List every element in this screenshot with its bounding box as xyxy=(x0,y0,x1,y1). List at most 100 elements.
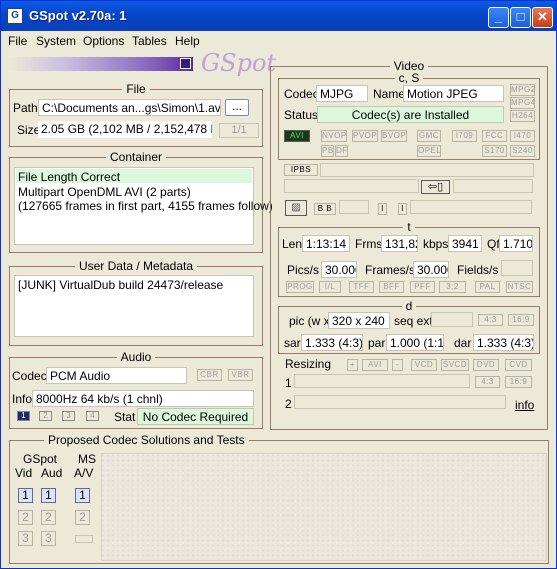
i-frame-1: I xyxy=(378,203,387,215)
browse-button[interactable]: ... xyxy=(225,99,249,116)
par-field: 1.000 (1:1) xyxy=(386,334,444,351)
size-label: Size xyxy=(17,123,41,137)
seq-ext-label: seq ext xyxy=(394,314,433,328)
ms-av-2[interactable]: 2 xyxy=(75,510,90,525)
container-line: (127665 frames in first part, 4155 frame… xyxy=(18,199,273,213)
gspot-col-label: GSpot xyxy=(23,452,58,466)
frms-field: 131,82( xyxy=(381,235,418,252)
size-field: 2.05 GB (2,102 MB / 2,152,478 KB xyxy=(38,121,212,138)
audio-group-title: Audio xyxy=(116,350,156,364)
logo-box xyxy=(180,58,191,69)
audio-stat-field: No Codec Required xyxy=(137,408,254,425)
resize-avi-button[interactable]: AVI xyxy=(362,359,388,371)
video-codec-label: Codec xyxy=(284,87,319,101)
fields-label: Fields/s xyxy=(457,263,499,277)
i470-flag: I470 xyxy=(510,130,535,142)
audio-stream-1[interactable]: 1 xyxy=(17,411,30,421)
dar-label: dar xyxy=(454,336,472,350)
cbr-button[interactable]: CBR xyxy=(197,369,222,381)
resize-plus-button[interactable]: + xyxy=(347,359,358,371)
video-name-field: Motion JPEG xyxy=(403,85,504,102)
pics-label: Pics/s xyxy=(287,263,320,277)
bvop-flag: BVOP xyxy=(381,130,407,142)
gspot-logo: GSpot xyxy=(201,49,277,77)
gspot-vid-2[interactable]: 2 xyxy=(18,510,33,525)
qf-label: Qf xyxy=(487,237,500,251)
resize-minus-button[interactable]: - xyxy=(392,359,403,371)
part-indicator: 1/1 xyxy=(219,123,259,138)
gspot-aud-2[interactable]: 2 xyxy=(41,510,56,525)
mpg4-flag: MPG4 xyxy=(510,97,536,109)
resize-ratio-16-9: 16:9 xyxy=(505,376,532,388)
t-label: t xyxy=(403,220,415,234)
gspot-vid-1[interactable]: 1 xyxy=(18,488,33,503)
menu-file[interactable]: File xyxy=(8,34,27,48)
ms-label: MS xyxy=(78,452,96,466)
gspot-window: G GSpot v2.70a: 1 _ □ ✕ File System Opti… xyxy=(0,0,557,569)
h264-flag: H264 xyxy=(510,110,535,122)
frame-track-right xyxy=(453,179,533,193)
video-name-label: Name xyxy=(373,87,406,101)
path-label: Path xyxy=(13,101,38,115)
info-link[interactable]: info xyxy=(515,398,534,412)
picture-icon[interactable]: ▨ xyxy=(285,200,307,216)
il-flag: I/L xyxy=(319,281,341,293)
close-button[interactable]: ✕ xyxy=(532,7,553,28)
audio-stream-2[interactable]: 2 xyxy=(39,411,52,421)
cvd-button[interactable]: CVD xyxy=(505,359,532,371)
resize-ratio-4-3: 4:3 xyxy=(475,376,500,388)
s170-flag: S170 xyxy=(482,145,507,157)
container-line: Multipart OpenDML AVI (2 parts) xyxy=(18,185,191,199)
video-codec-field: MJPG xyxy=(316,85,368,102)
gspot-vid-3[interactable]: 3 xyxy=(18,531,33,546)
pic-field: 320 x 240 xyxy=(328,312,390,329)
menu-system[interactable]: System xyxy=(36,34,76,48)
df-flag: DF xyxy=(335,145,348,157)
resize-row-2-label: 2 xyxy=(285,397,292,411)
svcd-button[interactable]: SVCD xyxy=(441,359,469,371)
title-bar[interactable]: G GSpot v2.70a: 1 _ □ ✕ xyxy=(1,1,556,31)
seq-ext-field xyxy=(431,312,473,327)
vbr-button[interactable]: VBR xyxy=(228,369,253,381)
ms-av-1[interactable]: 1 xyxy=(75,488,90,503)
audio-stream-3[interactable]: 3 xyxy=(62,411,75,421)
dvd-button[interactable]: DVD xyxy=(473,359,499,371)
fcc-flag: FCC xyxy=(482,130,507,142)
frames-per-sec-field: 30.000 xyxy=(413,261,449,278)
len-field: 1:13:14 xyxy=(302,235,350,252)
menu-bar: File System Options Tables Help xyxy=(1,31,556,51)
vcd-button[interactable]: VCD xyxy=(411,359,437,371)
resize-row-2-field xyxy=(294,395,506,409)
seek-icon[interactable]: ⇦▯ xyxy=(421,180,450,194)
pic-label: pic (w x xyxy=(289,314,330,328)
userdata-box: [JUNK] VirtualDub build 24473/release xyxy=(14,275,254,337)
frame-track xyxy=(284,179,419,193)
pics-field: 30.000 xyxy=(321,261,357,278)
nvop-flag: NVOP xyxy=(321,130,347,142)
sar-field: 1.333 (4:3) xyxy=(301,334,363,351)
container-group-title: Container xyxy=(105,150,167,164)
path-field[interactable]: C:\Documents an...gs\Simon\1.avi xyxy=(38,99,221,116)
codec-solutions-area xyxy=(101,453,547,561)
container-info-box: File Length Correct Multipart OpenDML AV… xyxy=(14,167,273,245)
i-frame-box xyxy=(410,200,532,214)
menu-options[interactable]: Options xyxy=(83,34,124,48)
opel-flag: OPEL xyxy=(417,145,442,157)
s240-flag: S240 xyxy=(510,145,535,157)
pal-flag: PAL xyxy=(475,281,500,293)
ntsc-flag: NTSC xyxy=(506,281,533,293)
container-line: File Length Correct xyxy=(18,170,121,184)
maximize-button[interactable]: □ xyxy=(510,7,531,28)
app-icon[interactable]: G xyxy=(7,8,23,24)
sar-label: sar xyxy=(284,336,301,350)
dar-field: 1.333 (4:3) xyxy=(473,334,534,351)
aud-label: Aud xyxy=(41,466,63,480)
gspot-aud-1[interactable]: 1 xyxy=(41,488,56,503)
minimize-button[interactable]: _ xyxy=(488,7,509,28)
gspot-aud-3[interactable]: 3 xyxy=(41,531,56,546)
menu-help[interactable]: Help xyxy=(175,34,200,48)
prog-flag: PROG xyxy=(286,281,314,293)
pvop-flag: PVOP xyxy=(352,130,378,142)
audio-stream-4[interactable]: 4 xyxy=(86,411,99,421)
menu-tables[interactable]: Tables xyxy=(132,34,167,48)
